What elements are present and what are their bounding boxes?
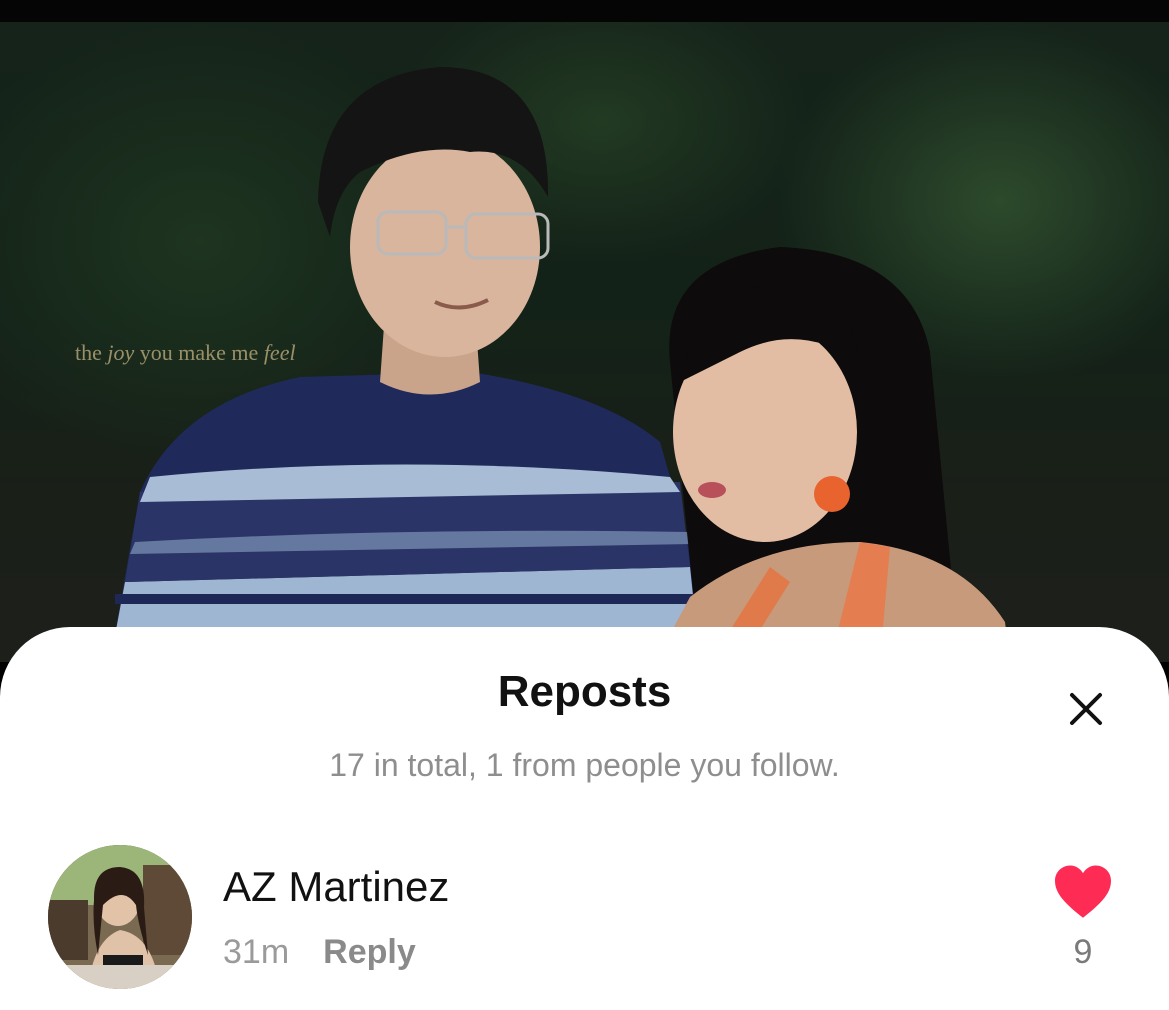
- status-bar: [0, 0, 1169, 22]
- like-count: 9: [1073, 933, 1093, 971]
- close-button[interactable]: [1060, 683, 1112, 735]
- close-icon: [1070, 693, 1102, 725]
- like-button[interactable]: [1052, 863, 1114, 923]
- video-player[interactable]: the joy you make me feel: [0, 22, 1169, 662]
- sheet-title: Reposts: [497, 667, 672, 716]
- caption-em-feel: feel: [263, 340, 296, 365]
- reposts-sheet: Reposts 17 in total, 1 from people you f…: [0, 627, 1169, 1010]
- video-caption: the joy you make me feel: [75, 340, 296, 366]
- reposts-summary: 17 in total, 1 from people you follow.: [329, 747, 840, 783]
- reply-button[interactable]: Reply: [323, 933, 416, 971]
- screen: the joy you make me feel Reposts 17 in t…: [0, 0, 1169, 1010]
- avatar-image: [48, 845, 192, 989]
- repost-meta: 31m Reply: [223, 933, 416, 972]
- avatar[interactable]: [48, 845, 192, 989]
- repost-list-item[interactable]: AZ Martinez 31m Reply 9: [0, 845, 1169, 995]
- caption-prefix: the: [75, 340, 102, 365]
- time-ago: 31m: [223, 933, 290, 971]
- person-right: [655, 247, 1010, 662]
- heart-icon: [1055, 865, 1111, 918]
- caption-em-joy: joy: [107, 340, 135, 365]
- caption-mid: you make me: [139, 340, 259, 365]
- username[interactable]: AZ Martinez: [223, 863, 449, 911]
